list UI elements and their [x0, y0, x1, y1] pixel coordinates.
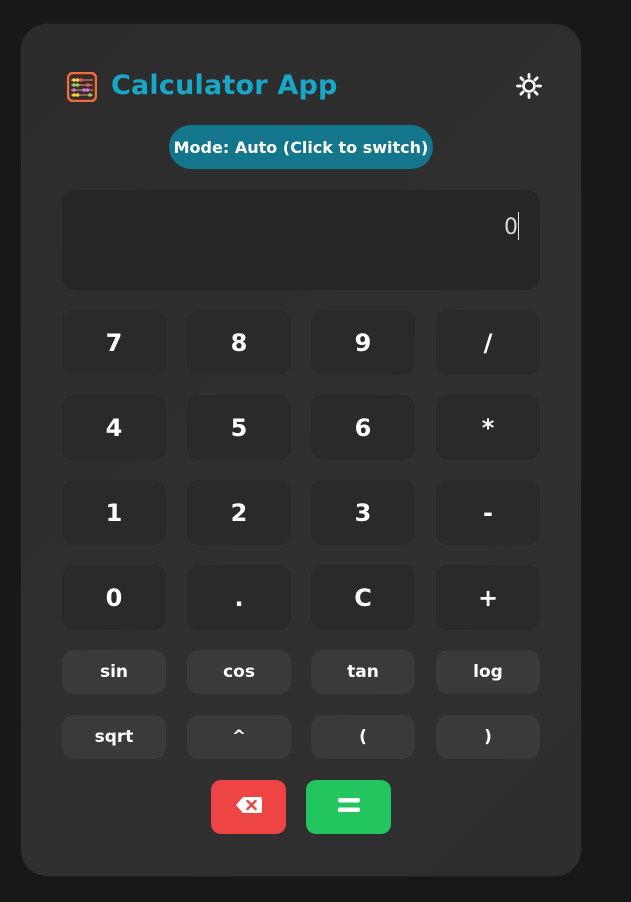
key-clear[interactable]: C — [311, 565, 415, 630]
equals-button[interactable] — [306, 780, 391, 834]
key-close-paren[interactable]: ) — [436, 715, 540, 759]
key-0[interactable]: 0 — [62, 565, 166, 630]
key-1[interactable]: 1 — [62, 480, 166, 545]
key-log[interactable]: log — [436, 650, 540, 694]
key-add[interactable]: + — [436, 565, 540, 630]
key-2[interactable]: 2 — [187, 480, 291, 545]
key-sqrt[interactable]: sqrt — [62, 715, 166, 759]
key-open-paren[interactable]: ( — [311, 715, 415, 759]
calculator-card: Calculator App Mode: Auto (Click to swit… — [21, 24, 581, 876]
backspace-button[interactable] — [211, 780, 286, 834]
key-decimal[interactable]: . — [187, 565, 291, 630]
key-tan[interactable]: tan — [311, 650, 415, 694]
text-caret — [518, 212, 519, 240]
mode-toggle-button[interactable]: Mode: Auto (Click to switch) — [169, 125, 433, 169]
key-multiply[interactable]: * — [436, 395, 540, 460]
header: Calculator App — [66, 70, 543, 114]
sun-icon[interactable] — [515, 72, 543, 100]
key-7[interactable]: 7 — [62, 310, 166, 375]
key-8[interactable]: 8 — [187, 310, 291, 375]
key-5[interactable]: 5 — [187, 395, 291, 460]
display-value: 0 — [504, 215, 518, 240]
key-cos[interactable]: cos — [187, 650, 291, 694]
key-6[interactable]: 6 — [311, 395, 415, 460]
key-3[interactable]: 3 — [311, 480, 415, 545]
key-sin[interactable]: sin — [62, 650, 166, 694]
key-4[interactable]: 4 — [62, 395, 166, 460]
backspace-icon — [235, 796, 263, 818]
calculator-display[interactable]: 0 — [62, 190, 540, 290]
equals-icon — [337, 796, 361, 818]
key-divide[interactable]: / — [436, 310, 540, 375]
key-9[interactable]: 9 — [311, 310, 415, 375]
key-power[interactable]: ^ — [187, 715, 291, 759]
key-subtract[interactable]: - — [436, 480, 540, 545]
abacus-icon — [66, 71, 98, 103]
app-title: Calculator App — [111, 70, 338, 101]
